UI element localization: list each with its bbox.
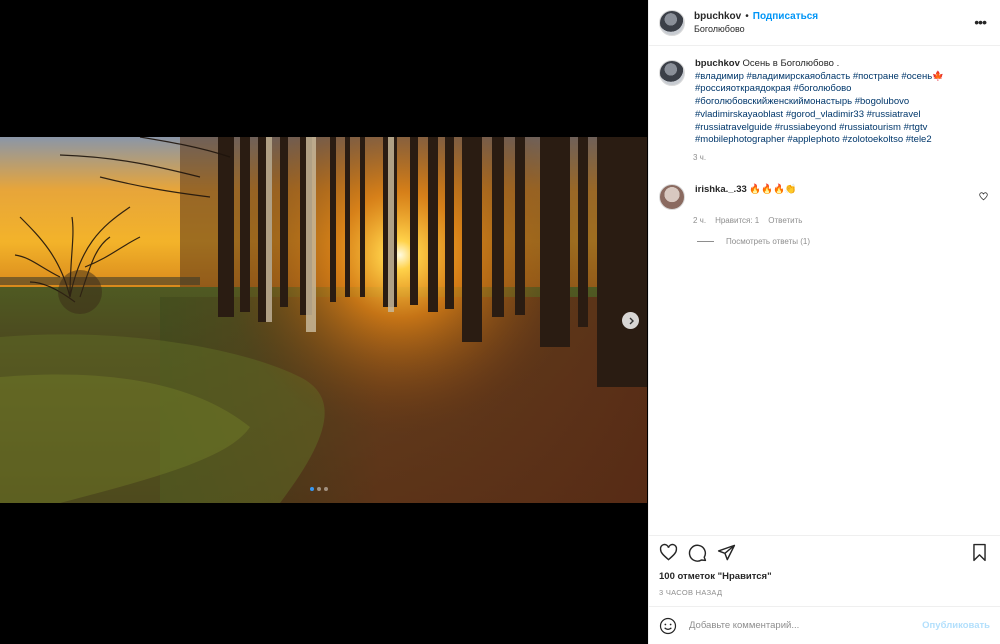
post-timestamp: 3 ЧАСОВ НАЗАД [659, 588, 723, 597]
save-button[interactable] [971, 543, 988, 562]
comments-section: bpuchkov Осень в Боголюбово . #владимир … [649, 46, 1000, 534]
publish-button[interactable]: Опубликовать [922, 620, 990, 631]
caption-hashtags-line1[interactable]: #владимир #владимирскаяобласть #пострaне… [695, 71, 944, 82]
comment-text: 🔥🔥🔥👏 [749, 183, 797, 195]
post-header: bpuchkov • Подписаться Боголюбово ••• [649, 0, 1000, 46]
follow-button[interactable]: Подписаться [753, 11, 818, 22]
post-location[interactable]: Боголюбово [694, 23, 818, 36]
media-area [0, 0, 648, 644]
comment-username[interactable]: irishka._.33 [695, 184, 747, 195]
carousel-dot [310, 487, 314, 491]
caption-body: Осень в Боголюбово . [742, 58, 840, 69]
next-slide-button[interactable] [622, 312, 639, 329]
avatar[interactable] [659, 9, 685, 36]
like-comment-button[interactable] [979, 188, 988, 206]
comment-button[interactable] [688, 543, 707, 562]
caption-hashtags[interactable]: #россияоткраядокрая #боголюбово #боголюб… [695, 83, 932, 145]
reply-button[interactable]: Ответить [768, 216, 802, 225]
share-icon [717, 544, 736, 561]
view-replies-button[interactable]: Посмотреть ответы (1) [697, 237, 990, 246]
comment-meta: 2 ч. Нравится: 1 Ответить [693, 216, 990, 225]
action-icons [659, 539, 990, 566]
heart-icon [659, 543, 678, 561]
comment-timestamp: 2 ч. [693, 215, 707, 225]
heart-icon [979, 192, 988, 201]
replies-divider [697, 240, 714, 242]
comment-input[interactable] [687, 619, 923, 632]
comment-likes[interactable]: Нравится: 1 [715, 216, 759, 225]
like-button[interactable] [659, 543, 678, 562]
avatar[interactable] [659, 183, 685, 210]
header-text: bpuchkov • Подписаться Боголюбово [694, 10, 818, 36]
view-replies-label: Посмотреть ответы (1) [726, 236, 811, 246]
avatar[interactable] [659, 60, 685, 86]
comment-icon [688, 544, 707, 562]
emoji-icon[interactable] [659, 617, 677, 635]
post-details-panel: bpuchkov • Подписаться Боголюбово ••• bpuc… [648, 0, 1000, 644]
caption: bpuchkov Осень в Боголюбово . #владимир … [659, 58, 990, 147]
more-icon[interactable]: ••• [974, 14, 987, 30]
caption-timestamp: 3 ч. [693, 152, 707, 162]
post-photo[interactable] [0, 137, 647, 503]
add-comment-bar: Опубликовать [649, 606, 1000, 644]
comment-body: irishka._.33 🔥🔥🔥👏 [695, 184, 797, 210]
caption-text: bpuchkov Осень в Боголюбово . #владимир … [695, 58, 965, 147]
share-button[interactable] [717, 543, 736, 562]
carousel-dot [324, 487, 328, 491]
carousel-indicator [310, 487, 328, 491]
comment-item: irishka._.33 🔥🔥🔥👏 [659, 183, 990, 210]
likes-count[interactable]: 100 отметок "Нравится" [659, 571, 990, 582]
header-separator: • [745, 10, 749, 22]
sunset-forest-image [0, 137, 647, 503]
caption-username[interactable]: bpuchkov [695, 58, 740, 69]
chevron-right-icon [629, 317, 634, 324]
carousel-dot [317, 487, 321, 491]
author-username[interactable]: bpuchkov [694, 11, 741, 22]
post-actions: 100 отметок "Нравится" 3 ЧАСОВ НАЗАД [649, 535, 1000, 597]
bookmark-icon [973, 543, 986, 562]
